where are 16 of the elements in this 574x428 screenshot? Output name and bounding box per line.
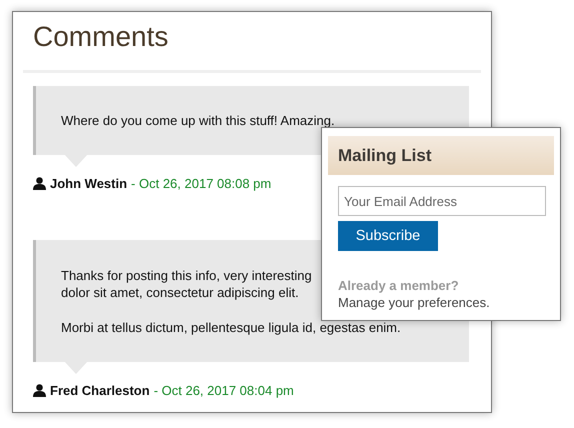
comment-text: Thanks for posting this info, very interesting	[61, 267, 312, 284]
comment-author: Fred Charleston	[50, 383, 150, 398]
comment-text: Morbi at tellus dictum, pellentesque ligula id, egestas enim.	[61, 319, 401, 336]
comments-heading: Comments	[33, 20, 168, 54]
user-icon	[33, 384, 46, 397]
user-icon	[33, 177, 46, 190]
comment-date: - Oct 26, 2017 08:04 pm	[154, 383, 294, 398]
comment-text: dolor sit amet, consectetur adipiscing elit.	[61, 284, 299, 301]
email-field[interactable]: Your Email Address	[338, 186, 546, 216]
comment-text: Where do you come up with this stuff! Amazing.	[61, 112, 335, 129]
manage-preferences-link[interactable]: Manage your preferences.	[338, 295, 490, 310]
comment-author: John Westin	[50, 176, 128, 191]
popup-title: Mailing List	[338, 146, 432, 166]
member-prompt: Already a member?	[338, 278, 459, 293]
comment-date: - Oct 26, 2017 08:08 pm	[131, 176, 272, 191]
subscribe-button[interactable]: Subscribe	[338, 221, 438, 251]
